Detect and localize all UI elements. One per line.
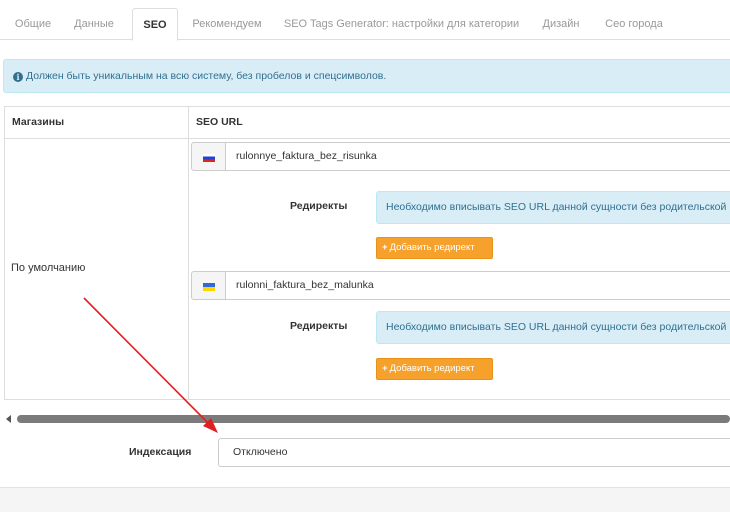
annotation-arrow-line	[83, 297, 213, 428]
annotation-arrow-icon	[83, 297, 218, 433]
